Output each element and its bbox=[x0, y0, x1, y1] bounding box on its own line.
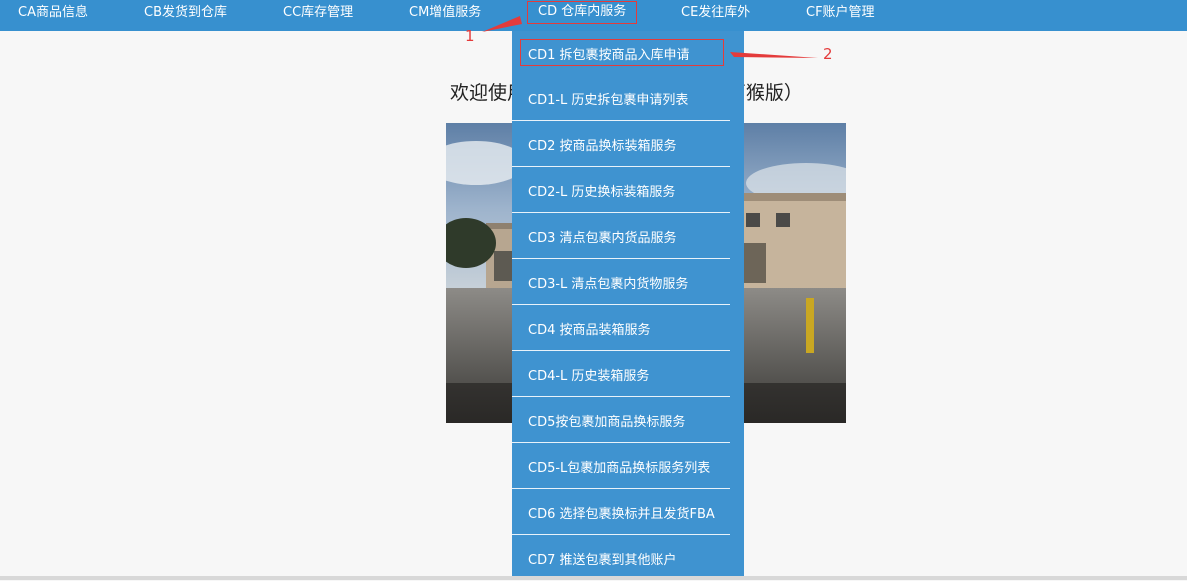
annotation-marker-2: 2 bbox=[823, 45, 833, 63]
horizontal-scrollbar[interactable] bbox=[0, 576, 1187, 580]
annotation-arrows bbox=[482, 16, 818, 58]
annotation-marker-1: 1 bbox=[465, 27, 475, 45]
annotation-arrow-1 bbox=[482, 16, 522, 32]
annotation-arrow-2 bbox=[730, 52, 818, 58]
